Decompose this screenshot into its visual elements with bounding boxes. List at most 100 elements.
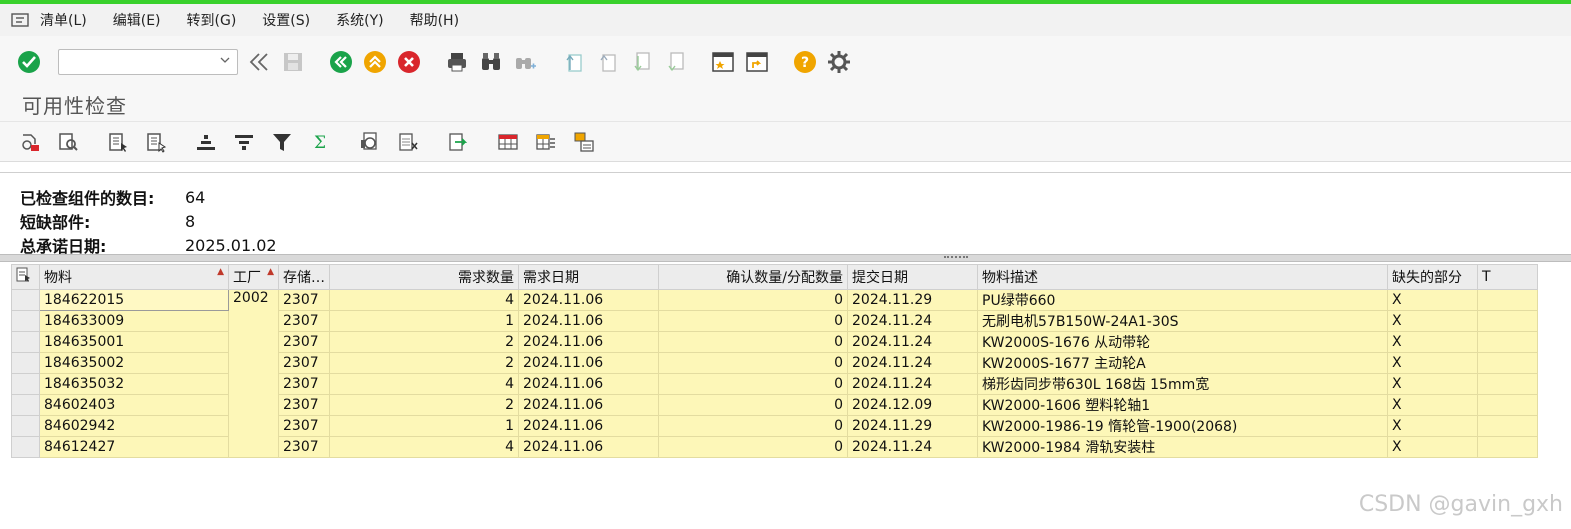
cell-material[interactable]: 84602942 bbox=[39, 415, 229, 437]
help-icon[interactable]: ? bbox=[792, 49, 818, 75]
cell-commit-date[interactable]: 2024.11.29 bbox=[847, 415, 978, 437]
col-commit-date[interactable]: 提交日期 bbox=[847, 264, 978, 290]
cell-missing[interactable]: X bbox=[1387, 352, 1478, 374]
cell-commit-date[interactable]: 2024.11.24 bbox=[847, 352, 978, 374]
cell-material[interactable]: 84602403 bbox=[39, 394, 229, 416]
views-icon[interactable] bbox=[572, 130, 596, 154]
cell-description[interactable]: KW2000-1606 塑料轮轴1 bbox=[977, 394, 1388, 416]
cell-material[interactable]: 184622015 bbox=[39, 289, 229, 311]
filter-icon[interactable] bbox=[270, 130, 294, 154]
menu-toggle-icon[interactable] bbox=[0, 4, 40, 36]
cell-storage[interactable]: 2307 bbox=[278, 289, 330, 311]
collapse-history-icon[interactable] bbox=[246, 49, 272, 75]
cell-commit-date[interactable]: 2024.11.24 bbox=[847, 436, 978, 458]
cell-t[interactable] bbox=[1477, 310, 1538, 332]
cell-description[interactable]: 梯形齿同步带630L 168齿 15mm宽 bbox=[977, 373, 1388, 395]
cell-missing[interactable]: X bbox=[1387, 310, 1478, 332]
cell-storage[interactable]: 2307 bbox=[278, 394, 330, 416]
cell-t[interactable] bbox=[1477, 289, 1538, 311]
table-row[interactable]: 184622015 2002 2307 4 2024.11.06 0 2024.11.29 P… bbox=[11, 289, 1538, 458]
generate-shortcut-icon[interactable] bbox=[744, 49, 770, 75]
cell-missing[interactable]: X bbox=[1387, 373, 1478, 395]
row-selector[interactable] bbox=[11, 436, 40, 458]
cancel-icon[interactable] bbox=[396, 49, 422, 75]
cell-material[interactable]: 184635032 bbox=[39, 373, 229, 395]
display-object-icon[interactable] bbox=[56, 130, 80, 154]
cell-req-date[interactable]: 2024.11.06 bbox=[518, 352, 659, 374]
cell-req-qty[interactable]: 2 bbox=[329, 352, 519, 374]
cell-req-qty[interactable]: 2 bbox=[329, 394, 519, 416]
enter-check-icon[interactable] bbox=[16, 49, 42, 75]
cell-conf-qty[interactable]: 0 bbox=[658, 331, 848, 353]
col-storage[interactable]: 存储… bbox=[278, 264, 330, 290]
first-page-icon[interactable] bbox=[560, 49, 586, 75]
row-selector[interactable] bbox=[11, 352, 40, 374]
create-session-icon[interactable] bbox=[710, 49, 736, 75]
print-preview-icon[interactable] bbox=[358, 130, 382, 154]
cell-commit-date[interactable]: 2024.12.09 bbox=[847, 394, 978, 416]
cell-description[interactable]: 无刷电机57B150W-24A1-30S bbox=[977, 310, 1388, 332]
cell-t[interactable] bbox=[1477, 394, 1538, 416]
cell-req-qty[interactable]: 2 bbox=[329, 331, 519, 353]
layout-icon[interactable] bbox=[16, 267, 32, 283]
col-t[interactable]: T bbox=[1477, 264, 1538, 290]
chevron-down-icon[interactable] bbox=[219, 54, 231, 70]
cell-conf-qty[interactable]: 0 bbox=[658, 394, 848, 416]
cell-material[interactable]: 84612427 bbox=[39, 436, 229, 458]
cell-material[interactable]: 184635002 bbox=[39, 352, 229, 374]
cell-missing[interactable]: X bbox=[1387, 436, 1478, 458]
cell-material[interactable]: 184633009 bbox=[39, 310, 229, 332]
cell-description[interactable]: PU绿带660 bbox=[977, 289, 1388, 311]
sort-ascending-icon[interactable] bbox=[194, 130, 218, 154]
cell-req-date[interactable]: 2024.11.06 bbox=[518, 310, 659, 332]
cell-missing[interactable]: X bbox=[1387, 415, 1478, 437]
cell-conf-qty[interactable]: 0 bbox=[658, 352, 848, 374]
cell-missing[interactable]: X bbox=[1387, 394, 1478, 416]
details-icon[interactable] bbox=[18, 130, 42, 154]
cell-req-qty[interactable]: 4 bbox=[329, 436, 519, 458]
cell-req-date[interactable]: 2024.11.06 bbox=[518, 331, 659, 353]
cell-storage[interactable]: 2307 bbox=[278, 415, 330, 437]
cell-req-qty[interactable]: 4 bbox=[329, 373, 519, 395]
exit-icon[interactable] bbox=[362, 49, 388, 75]
previous-page-icon[interactable] bbox=[594, 49, 620, 75]
col-req-date[interactable]: 需求日期 bbox=[518, 264, 659, 290]
cell-req-qty[interactable]: 1 bbox=[329, 415, 519, 437]
cell-req-date[interactable]: 2024.11.06 bbox=[518, 373, 659, 395]
cell-plant[interactable]: 2002 bbox=[228, 289, 279, 458]
menu-system[interactable]: 系统(Y) bbox=[336, 10, 383, 30]
cell-storage[interactable]: 2307 bbox=[278, 436, 330, 458]
cell-storage[interactable]: 2307 bbox=[278, 310, 330, 332]
command-input[interactable] bbox=[59, 50, 209, 74]
cell-description[interactable]: KW2000-1986-19 惰轮管-1900(2068) bbox=[977, 415, 1388, 437]
sum-icon[interactable]: Σ bbox=[308, 130, 332, 154]
select-all-header[interactable] bbox=[11, 264, 40, 290]
cell-commit-date[interactable]: 2024.11.29 bbox=[847, 289, 978, 311]
menu-settings[interactable]: 设置(S) bbox=[262, 10, 310, 30]
cell-t[interactable] bbox=[1477, 352, 1538, 374]
row-selector[interactable] bbox=[11, 394, 40, 416]
cell-t[interactable] bbox=[1477, 373, 1538, 395]
col-missing[interactable]: 缺失的部分 bbox=[1387, 264, 1478, 290]
cell-conf-qty[interactable]: 0 bbox=[658, 373, 848, 395]
cell-commit-date[interactable]: 2024.11.24 bbox=[847, 331, 978, 353]
cell-t[interactable] bbox=[1477, 436, 1538, 458]
row-selector[interactable] bbox=[11, 373, 40, 395]
col-req-qty[interactable]: 需求数量 bbox=[329, 264, 519, 290]
export-spreadsheet-icon[interactable] bbox=[396, 130, 420, 154]
column-settings-icon[interactable] bbox=[534, 130, 558, 154]
export-document-icon[interactable] bbox=[446, 130, 470, 154]
cell-conf-qty[interactable]: 0 bbox=[658, 289, 848, 311]
cell-storage[interactable]: 2307 bbox=[278, 352, 330, 374]
find-next-icon[interactable] bbox=[512, 49, 538, 75]
splitter-grip[interactable] bbox=[944, 256, 968, 260]
cell-description[interactable]: KW2000-1984 滑轨安装柱 bbox=[977, 436, 1388, 458]
gear-icon[interactable] bbox=[826, 49, 852, 75]
row-selector[interactable] bbox=[11, 331, 40, 353]
menu-edit[interactable]: 编辑(E) bbox=[113, 10, 161, 30]
cell-missing[interactable]: X bbox=[1387, 289, 1478, 311]
select-layout-icon[interactable] bbox=[106, 130, 130, 154]
cell-missing[interactable]: X bbox=[1387, 331, 1478, 353]
sort-descending-icon[interactable] bbox=[232, 130, 256, 154]
back-icon[interactable] bbox=[328, 49, 354, 75]
